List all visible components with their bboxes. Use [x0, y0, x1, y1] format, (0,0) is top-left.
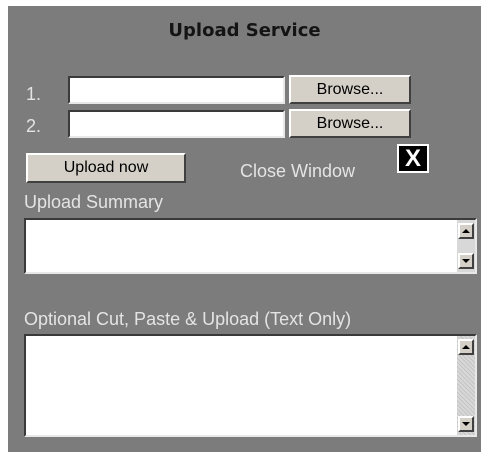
scroll-down-arrow-icon[interactable]	[458, 416, 474, 432]
window-title: Upload Service	[168, 20, 321, 41]
summary-scrollbar[interactable]	[457, 220, 475, 272]
scroll-up-arrow-icon[interactable]	[458, 223, 474, 239]
upload-summary-textarea[interactable]	[24, 218, 477, 274]
file-row-1-number: 1.	[26, 84, 42, 104]
file-path-input-1[interactable]	[68, 76, 285, 104]
paste-upload-label: Optional Cut, Paste & Upload (Text Only)	[24, 309, 352, 329]
paste-scrollbar[interactable]	[457, 336, 475, 435]
upload-now-button[interactable]: Upload now	[26, 153, 186, 183]
browse-button-2[interactable]: Browse...	[289, 109, 411, 138]
scroll-down-arrow-icon[interactable]	[458, 253, 474, 269]
file-row-2-number: 2.	[26, 116, 42, 136]
file-path-input-2[interactable]	[68, 110, 285, 138]
scroll-up-arrow-icon[interactable]	[458, 339, 474, 355]
close-icon[interactable]: X	[397, 144, 429, 173]
upload-summary-label: Upload Summary	[24, 192, 164, 212]
browse-button-1[interactable]: Browse...	[289, 75, 411, 104]
paste-upload-textarea[interactable]	[24, 334, 477, 437]
upload-service-panel: Upload Service 1. Browse... 2. Browse...…	[8, 6, 481, 452]
close-window-link[interactable]: Close Window	[240, 161, 355, 182]
